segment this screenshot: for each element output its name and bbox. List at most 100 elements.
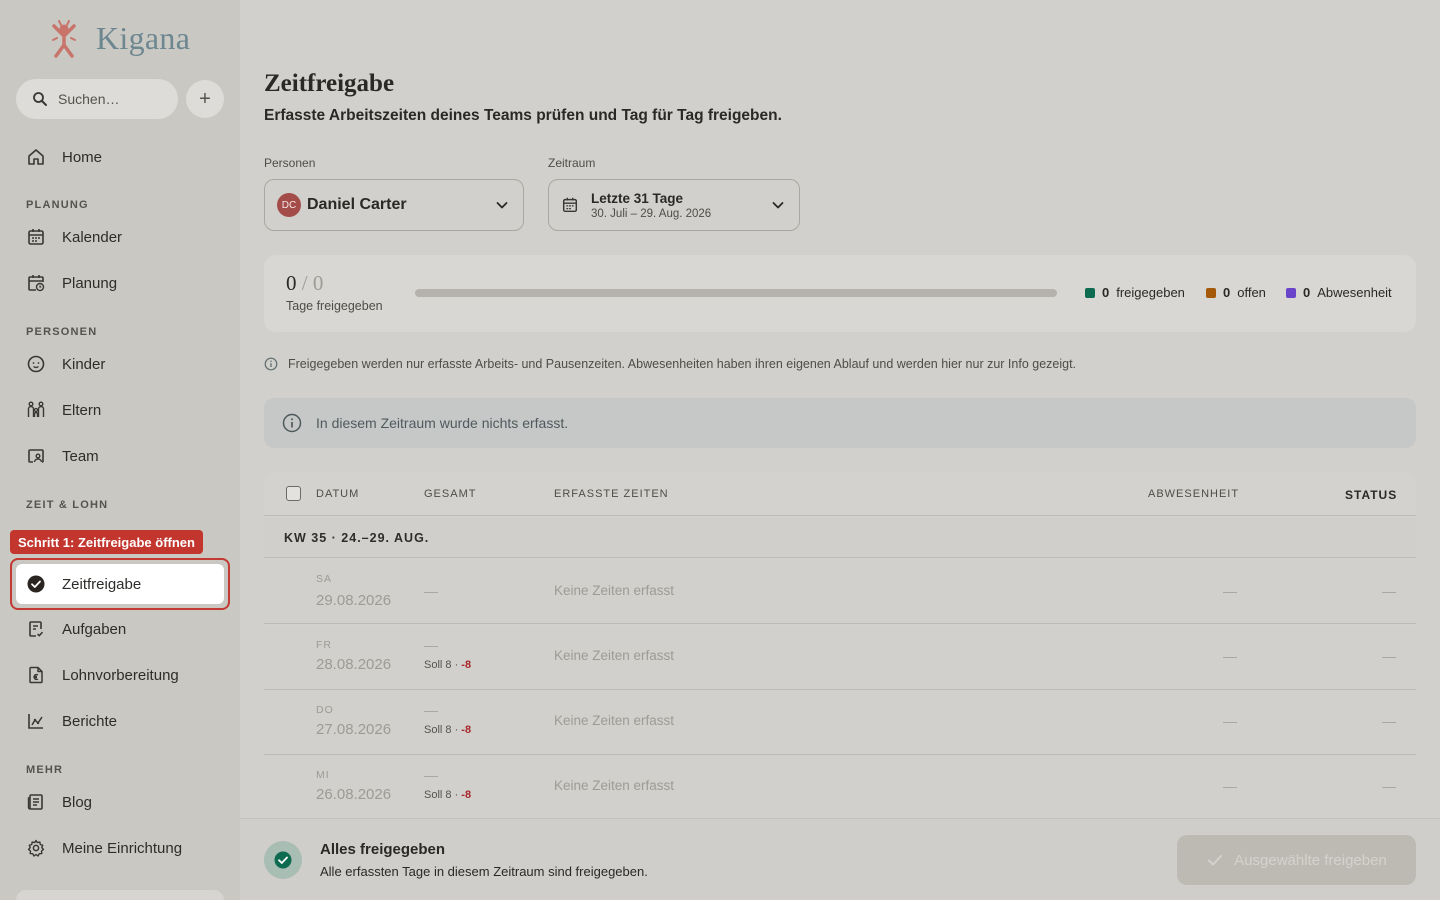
brand-name: Kigana: [96, 19, 191, 56]
chevron-down-icon: [496, 202, 508, 209]
baby-face-icon: [27, 355, 45, 373]
row-target-label: Soll 8 ·: [424, 659, 462, 671]
onboarding-tooltip: Schritt 1: Zeitfreigabe öffnen: [10, 530, 203, 554]
row-times: Keine Zeiten erfasst: [554, 583, 675, 598]
table-row[interactable]: FR 28.08.2026 — Soll 8 · -8 Keine Zeiten…: [264, 625, 1416, 690]
sidebar-item-label: Meine Einrichtung: [62, 839, 183, 857]
sidebar-item-label: Lohnvorbereitung: [62, 666, 179, 684]
row-total: —: [424, 637, 438, 653]
sidebar-item-team[interactable]: Team: [16, 436, 224, 476]
approve-button-label: Ausgewählte freigeben: [1234, 851, 1387, 869]
empty-state-banner: In diesem Zeitraum wurde nichts erfasst.: [264, 398, 1416, 448]
column-abwesenheit: ABWESENHEIT: [1148, 488, 1240, 500]
section-personen: PERSONEN: [26, 326, 98, 338]
person-select[interactable]: DC Daniel Carter: [264, 179, 524, 231]
avatar: DC: [277, 193, 301, 217]
sidebar-item-zeitfreigabe[interactable]: Zeitfreigabe: [16, 564, 224, 604]
row-date: 26.08.2026: [316, 786, 392, 803]
sidebar-item-label: Zeitfreigabe: [62, 575, 142, 593]
legend-label: freigegeben: [1116, 285, 1185, 300]
id-card-icon: [28, 449, 44, 463]
sidebar-item-eltern[interactable]: Eltern: [16, 390, 224, 430]
column-gesamt[interactable]: GESAMT: [424, 488, 476, 500]
approval-footer: Alles freigegeben Alle erfassten Tage in…: [240, 818, 1440, 900]
add-button[interactable]: +: [186, 80, 224, 118]
row-target-label: Soll 8 ·: [424, 724, 462, 736]
clipboard-check-icon: [29, 621, 44, 637]
sidebar-item-label: Berichte: [62, 712, 118, 730]
search-placeholder: Suchen…: [58, 91, 120, 107]
progress-bar: [415, 289, 1057, 297]
sidebar-item-label: Aufgaben: [62, 620, 127, 638]
row-times: Keine Zeiten erfasst: [554, 713, 675, 728]
main-content: Zeitfreigabe Erfasste Arbeitszeiten dein…: [240, 0, 1440, 900]
persons-label: Personen: [264, 156, 316, 170]
row-status: —: [1382, 648, 1396, 664]
sidebar-item-einrichtung[interactable]: Meine Einrichtung: [16, 828, 224, 868]
ratio-separator: /: [301, 271, 308, 295]
sidebar-item-kalender[interactable]: Kalender: [16, 217, 224, 257]
table-row[interactable]: DO 27.08.2026 — Soll 8 · -8 Keine Zeiten…: [264, 690, 1416, 755]
empty-text: In diesem Zeitraum wurde nichts erfasst.: [316, 415, 569, 431]
calendar-clock-icon: [28, 275, 45, 292]
page-title: Zeitfreigabe: [264, 70, 395, 97]
info-icon: [264, 357, 278, 371]
section-planung: PLANUNG: [26, 199, 89, 211]
check-icon: [1208, 855, 1223, 866]
table-header: DATUM GESAMT ERFASSTE ZEITEN ABWESENHEIT…: [264, 472, 1416, 516]
success-badge: [264, 841, 302, 879]
approved-label: Tage freigegeben: [286, 299, 383, 313]
sidebar-item-blog[interactable]: Blog: [16, 782, 224, 822]
sidebar-item-lohnvorbereitung[interactable]: Lohnvorbereitung: [16, 655, 224, 695]
period-range: 30. Juli – 29. Aug. 2026: [591, 207, 712, 220]
home-icon: [28, 149, 44, 165]
row-diff: -8: [461, 789, 472, 801]
page-subtitle: Erfasste Arbeitszeiten deines Teams prüf…: [264, 107, 782, 124]
info-note: Freigegeben werden nur erfasste Arbeits-…: [264, 357, 1076, 371]
sidebar-item-kinder[interactable]: Kinder: [16, 344, 224, 384]
column-status[interactable]: STATUS: [1345, 488, 1397, 502]
sidebar-item-home[interactable]: Home: [16, 137, 224, 177]
brand-logo[interactable]: Kigana: [46, 18, 190, 58]
legend-dot: [1085, 287, 1095, 298]
sidebar-item-berichte[interactable]: Berichte: [16, 701, 224, 741]
legend-count: 0: [1102, 285, 1110, 300]
legend-count: 0: [1303, 285, 1311, 300]
sidebar-item-aufgaben[interactable]: Aufgaben: [16, 609, 224, 649]
period-select[interactable]: Letzte 31 Tage 30. Juli – 29. Aug. 2026: [548, 179, 800, 231]
total-count: 0: [312, 271, 324, 295]
person-name: Daniel Carter: [307, 196, 407, 213]
row-target-label: Soll 8 ·: [424, 789, 462, 801]
approval-progress-card: 0 / 0 Tage freigegeben 0 freigegeben 0 o…: [264, 255, 1416, 332]
approved-ratio: 0 / 0: [286, 271, 323, 296]
row-status: —: [1382, 713, 1396, 729]
sidebar: Kigana Suchen… + Home PLANUNG Kalender P…: [0, 0, 240, 900]
sidebar-user-card[interactable]: [16, 890, 224, 900]
legend-dot: [1206, 287, 1216, 298]
row-absence: —: [1223, 583, 1237, 599]
calendar-icon: [28, 229, 44, 245]
table-row[interactable]: MI 26.08.2026 — Soll 8 · -8 Keine Zeiten…: [264, 755, 1416, 820]
row-diff: -8: [461, 724, 472, 736]
week-group-row[interactable]: KW 35 · 24.–29. AUG.: [264, 517, 1416, 558]
sidebar-item-label: Home: [62, 148, 103, 166]
row-status: —: [1382, 583, 1396, 599]
sidebar-item-label: Kalender: [62, 228, 123, 246]
sidebar-item-planung[interactable]: Planung: [16, 263, 224, 303]
sidebar-item-label: Kinder: [62, 355, 106, 373]
legend-absence: 0 Abwesenheit: [1286, 285, 1392, 300]
search-input[interactable]: Suchen…: [16, 79, 178, 119]
row-status: —: [1382, 778, 1396, 794]
week-label: KW 35 · 24.–29. AUG.: [284, 531, 430, 545]
row-times: Keine Zeiten erfasst: [554, 648, 675, 663]
row-target: Soll 8 · -8: [424, 724, 471, 736]
select-all-checkbox[interactable]: [286, 486, 301, 501]
row-weekday: DO: [316, 704, 334, 716]
row-target: Soll 8 · -8: [424, 659, 471, 671]
sidebar-item-label: Team: [62, 447, 99, 465]
footer-title: Alles freigegeben: [320, 841, 446, 858]
table-row[interactable]: SA 29.08.2026 — Keine Zeiten erfasst — —: [264, 559, 1416, 624]
row-total: —: [424, 583, 438, 599]
column-datum[interactable]: DATUM: [316, 488, 359, 500]
approve-selected-button[interactable]: Ausgewählte freigeben: [1177, 835, 1416, 885]
